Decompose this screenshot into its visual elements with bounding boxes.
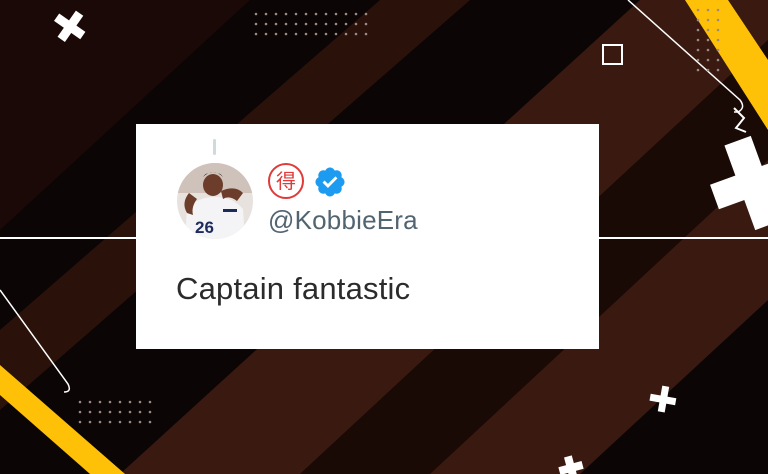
- jersey-number: 26: [195, 218, 214, 237]
- tweet-text: Captain fantastic: [176, 271, 411, 306]
- divider-line-left: [0, 237, 140, 239]
- avatar[interactable]: 26: [177, 163, 253, 239]
- dot-grid: [78, 400, 152, 424]
- verified-badge-icon: [315, 167, 345, 197]
- promo-stage: 26 得 @KobbieEra Captain fantastic: [0, 0, 768, 474]
- tweet-handle[interactable]: @KobbieEra: [268, 205, 418, 236]
- divider-line-right: [596, 237, 768, 239]
- thread-connector-line: [213, 139, 216, 155]
- avatar-image: 26: [177, 163, 253, 239]
- emoji-badge: 得: [268, 163, 304, 199]
- accent-yellow-stripe: [0, 365, 125, 474]
